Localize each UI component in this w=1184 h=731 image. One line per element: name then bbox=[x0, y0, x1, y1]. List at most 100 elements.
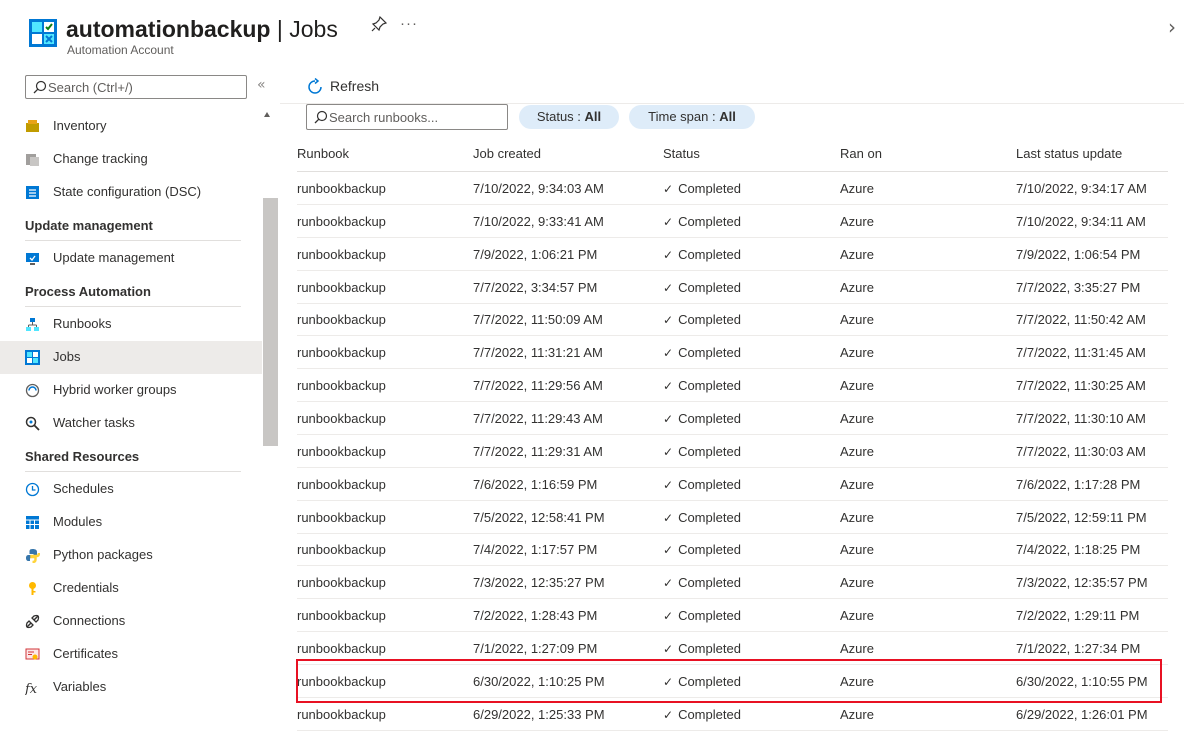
cell-ran-on: Azure bbox=[840, 246, 874, 262]
table-row[interactable]: runbookbackup 7/7/2022, 11:29:31 AM ✓ Compl… bbox=[297, 435, 1168, 468]
table-row[interactable]: runbookbackup 7/4/2022, 1:17:57 PM ✓ Comple… bbox=[297, 533, 1168, 567]
cell-runbook[interactable]: runbookbackup bbox=[297, 345, 386, 360]
table-row[interactable]: runbookbackup 7/10/2022, 9:34:03 AM ✓ Compl… bbox=[297, 172, 1168, 205]
certificate-icon bbox=[25, 648, 40, 660]
table-row[interactable]: runbookbackup 7/6/2022, 1:16:59 PM ✓ Comple… bbox=[297, 468, 1168, 501]
status-text: Completed bbox=[678, 213, 741, 229]
menu-item-hybrid-worker-groups[interactable]: Hybrid worker groups bbox=[0, 374, 262, 407]
table-row[interactable]: runbookbackup 7/7/2022, 11:50:09 AM ✓ Compl… bbox=[297, 303, 1168, 337]
table-row[interactable]: runbookbackup 7/7/2022, 3:34:57 PM ✓ Comple… bbox=[297, 271, 1168, 304]
resource-name: automationbackup bbox=[66, 16, 271, 42]
timespan-filter-pill[interactable]: Time span : All bbox=[629, 105, 755, 129]
menu-item-jobs[interactable]: Jobs bbox=[0, 341, 262, 374]
table-row[interactable]: runbookbackup 7/1/2022, 1:27:09 PM ✓ Comple… bbox=[297, 632, 1168, 665]
menu-item-watcher-tasks[interactable]: Watcher tasks bbox=[0, 407, 262, 440]
cell-ran-on: Azure bbox=[840, 345, 874, 361]
cell-runbook[interactable]: runbookbackup bbox=[297, 608, 386, 623]
status-text: Completed bbox=[678, 246, 741, 262]
checkmark-icon: ✓ bbox=[663, 182, 674, 196]
column-header-ran-on[interactable]: Ran on bbox=[840, 138, 882, 171]
cell-runbook[interactable]: runbookbackup bbox=[297, 214, 386, 229]
table-row[interactable]: runbookbackup 6/29/2022, 1:25:33 PM ✓ Compl… bbox=[297, 698, 1168, 731]
cell-status: ✓ Completed bbox=[663, 345, 741, 360]
menu-scrollbar[interactable] bbox=[263, 198, 278, 446]
jobs-icon bbox=[25, 350, 40, 365]
table-row[interactable]: runbookbackup 7/9/2022, 1:06:21 PM ✓ Comple… bbox=[297, 238, 1168, 271]
menu-search-input[interactable]: Search (Ctrl+/) bbox=[25, 75, 247, 99]
cell-runbook[interactable]: runbookbackup bbox=[297, 280, 386, 295]
cell-runbook[interactable]: runbookbackup bbox=[297, 181, 386, 196]
cell-ran-on: Azure bbox=[840, 542, 874, 558]
checkmark-icon: ✓ bbox=[663, 510, 674, 525]
table-row[interactable]: runbookbackup 7/7/2022, 11:31:21 AM ✓ Compl… bbox=[297, 336, 1168, 370]
cell-runbook[interactable]: runbookbackup bbox=[297, 575, 386, 590]
cell-status: ✓ Completed bbox=[663, 477, 741, 492]
more-options-icon[interactable]: ··· bbox=[400, 15, 418, 32]
menu-item-python-packages[interactable]: Python packages bbox=[0, 539, 262, 572]
table-row[interactable]: runbookbackup 7/5/2022, 12:58:41 PM ✓ Compl… bbox=[297, 501, 1168, 534]
cell-runbook[interactable]: runbookbackup bbox=[297, 542, 386, 557]
checkmark-icon: ✓ bbox=[663, 641, 674, 656]
menu-item-state-configuration-dsc[interactable]: State configuration (DSC) bbox=[0, 176, 262, 209]
table-row[interactable]: runbookbackup 7/10/2022, 9:33:41 AM ✓ Compl… bbox=[297, 205, 1168, 238]
column-header-last-status-update[interactable]: Last status update bbox=[1016, 138, 1122, 171]
menu-item-change-tracking[interactable]: Change tracking bbox=[0, 143, 262, 176]
chevron-right-icon[interactable]: › bbox=[1168, 15, 1176, 39]
collapse-menu-icon[interactable]: « bbox=[257, 77, 266, 93]
cell-runbook[interactable]: runbookbackup bbox=[297, 641, 386, 656]
cell-runbook[interactable]: runbookbackup bbox=[297, 247, 386, 262]
status-filter-pill[interactable]: Status : All bbox=[519, 105, 619, 129]
cell-job-created: 7/7/2022, 11:29:43 AM bbox=[473, 410, 603, 426]
status-text: Completed bbox=[678, 542, 741, 558]
runbook-search-input[interactable]: Search runbooks... bbox=[306, 104, 508, 130]
clock-icon bbox=[25, 482, 40, 497]
menu-item-credentials[interactable]: Credentials bbox=[0, 572, 262, 605]
update-icon bbox=[26, 253, 39, 265]
watcher-icon bbox=[25, 416, 40, 431]
menu-item-label: Certificates bbox=[53, 646, 119, 661]
menu-item-certificates[interactable]: Certificates bbox=[0, 638, 262, 671]
cell-runbook[interactable]: runbookbackup bbox=[297, 444, 386, 459]
blade-header: automationbackup | Jobs Automation Accou… bbox=[0, 0, 1184, 62]
checkmark-icon: ✓ bbox=[663, 379, 674, 394]
timespan-filter-value: All bbox=[719, 109, 736, 124]
table-row[interactable]: runbookbackup 7/2/2022, 1:28:43 PM ✓ Comple… bbox=[297, 599, 1168, 633]
column-header-status[interactable]: Status bbox=[663, 138, 700, 171]
status-text: Completed bbox=[678, 575, 741, 591]
menu-list: Inventory Change tracking State configurat… bbox=[0, 110, 262, 724]
cell-status: ✓ Completed bbox=[663, 378, 741, 393]
menu-item-inventory[interactable]: Inventory bbox=[0, 110, 262, 143]
table-row[interactable]: runbookbackup 7/7/2022, 11:29:56 AM ✓ Compl… bbox=[297, 369, 1168, 403]
menu-section-heading: Process Automation bbox=[25, 275, 241, 307]
menu-item-modules[interactable]: Modules bbox=[0, 506, 262, 539]
cell-runbook[interactable]: runbookbackup bbox=[297, 707, 386, 722]
menu-item-label: State configuration (DSC) bbox=[53, 184, 202, 199]
cell-runbook[interactable]: runbookbackup bbox=[297, 477, 386, 492]
table-row[interactable]: runbookbackup 6/30/2022, 1:10:25 PM ✓ Compl… bbox=[297, 665, 1168, 698]
menu-item-runbooks[interactable]: Runbooks bbox=[0, 308, 262, 341]
cell-runbook[interactable]: runbookbackup bbox=[297, 312, 386, 327]
menu-item-schedules[interactable]: Schedules bbox=[0, 473, 262, 506]
inventory-icon bbox=[26, 120, 39, 132]
checkmark-icon: ✓ bbox=[663, 707, 674, 722]
cell-job-created: 7/10/2022, 9:33:41 AM bbox=[473, 213, 604, 229]
cell-runbook[interactable]: runbookbackup bbox=[297, 510, 386, 525]
cell-runbook[interactable]: runbookbackup bbox=[297, 411, 386, 426]
cell-runbook[interactable]: runbookbackup bbox=[297, 378, 386, 393]
menu-item-update-management[interactable]: Update management bbox=[0, 242, 262, 275]
table-row[interactable]: runbookbackup 7/7/2022, 11:29:43 AM ✓ Compl… bbox=[297, 402, 1168, 435]
checkmark-icon: ✓ bbox=[663, 444, 674, 459]
column-header-runbook[interactable]: Runbook bbox=[297, 138, 349, 171]
cell-runbook[interactable]: runbookbackup bbox=[297, 674, 386, 689]
cell-job-created: 7/10/2022, 9:34:03 AM bbox=[473, 181, 604, 196]
menu-item-variables[interactable]: fx Variables bbox=[0, 671, 262, 704]
pin-icon[interactable] bbox=[371, 16, 387, 32]
menu-item-connections[interactable]: Connections bbox=[0, 605, 262, 638]
scroll-up-arrow[interactable] bbox=[264, 112, 270, 117]
cell-ran-on: Azure bbox=[840, 575, 874, 591]
title-separator: | bbox=[270, 16, 290, 42]
refresh-icon bbox=[308, 78, 322, 94]
column-header-job-created[interactable]: Job created bbox=[473, 138, 541, 171]
cell-last-status-update: 7/6/2022, 1:17:28 PM bbox=[1016, 476, 1141, 492]
table-row[interactable]: runbookbackup 7/3/2022, 12:35:27 PM ✓ Compl… bbox=[297, 566, 1168, 600]
